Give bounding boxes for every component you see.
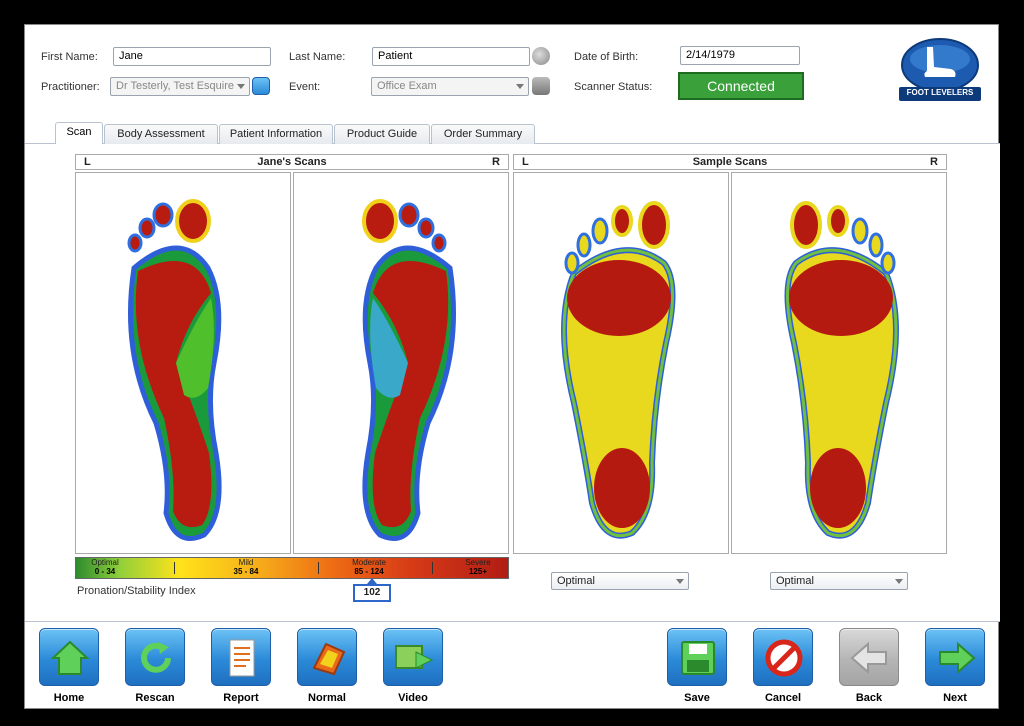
first-name-label: First Name:	[41, 51, 98, 63]
patient-left-foot-scan	[75, 172, 291, 554]
scale-severe-range: 125+	[468, 567, 488, 576]
scanner-status-badge: Connected	[678, 72, 804, 100]
home-label: Home	[53, 692, 85, 704]
scale-moderate: Moderate 85 - 124	[338, 558, 400, 578]
chevron-down-icon	[676, 579, 684, 584]
event-select[interactable]: Office Exam	[371, 77, 529, 96]
search-patient-icon[interactable]	[532, 47, 550, 65]
scale-divider	[432, 562, 433, 574]
scale-moderate-name: Moderate	[352, 558, 386, 567]
report-label: Report	[223, 692, 259, 704]
dob-label: Date of Birth:	[574, 51, 639, 63]
psi-label: Pronation/Stability Index	[77, 585, 196, 597]
home-button[interactable]: Home	[37, 628, 101, 708]
logo-text: FOOT LEVELERS	[906, 88, 974, 97]
patient-scans-header: L Jane's Scans R	[75, 154, 509, 170]
dob-field[interactable]: 2/14/1979	[680, 46, 800, 65]
sample-right-foot-scan	[731, 172, 947, 554]
tab-product-guide[interactable]: Product Guide	[334, 124, 430, 145]
rescan-label: Rescan	[135, 692, 175, 704]
scale-severe: Severe 125+	[450, 558, 506, 578]
scale-optimal-range: 0 - 34	[94, 567, 116, 576]
floppy-disk-icon	[667, 628, 727, 686]
tab-order-summary[interactable]: Order Summary	[431, 124, 535, 145]
sample-right-select[interactable]: Optimal	[770, 572, 908, 590]
last-name-label: Last Name:	[289, 51, 346, 63]
chevron-down-icon	[237, 84, 245, 89]
next-button[interactable]: Next	[923, 628, 987, 708]
scale-mild-range: 35 - 84	[233, 567, 259, 576]
video-label: Video	[398, 692, 428, 704]
arrow-right-icon	[925, 628, 985, 686]
pronation-scale-bar: Optimal 0 - 34 Mild 35 - 84 Moderate 85 …	[75, 557, 509, 579]
psi-value-box: 102	[353, 584, 391, 602]
save-event-icon[interactable]	[532, 77, 550, 95]
video-icon	[383, 628, 443, 686]
home-icon	[39, 628, 99, 686]
scale-divider	[318, 562, 319, 574]
back-button[interactable]: Back	[837, 628, 901, 708]
event-label: Event:	[289, 81, 321, 93]
first-name-field[interactable]: Jane	[113, 47, 271, 66]
scale-moderate-range: 85 - 124	[354, 567, 384, 576]
foot-levelers-logo: FOOT LEVELERS	[897, 37, 983, 103]
sample-right-select-value: Optimal	[776, 575, 814, 587]
report-button[interactable]: Report	[209, 628, 273, 708]
chevron-down-icon	[895, 579, 903, 584]
right-foot-marker: R	[492, 156, 500, 168]
scale-severe-name: Severe	[465, 558, 491, 567]
sample-left-select[interactable]: Optimal	[551, 572, 689, 590]
normal-button[interactable]: Normal	[295, 628, 359, 708]
scale-optimal: Optimal 0 - 34	[80, 558, 130, 578]
app-window: First Name: Jane Last Name: Patient Date…	[24, 24, 1000, 709]
practitioner-select[interactable]: Dr Testerly, Test Esquire	[110, 77, 250, 96]
tab-bar: Scan Body Assessment Patient Information…	[25, 120, 1000, 145]
scanner-status-label: Scanner Status:	[574, 81, 653, 93]
normal-label: Normal	[308, 692, 346, 704]
save-button[interactable]: Save	[665, 628, 729, 708]
scan-tab-panel: L Jane's Scans R L Sample Scans R Optima…	[25, 144, 1000, 622]
cancel-icon	[753, 628, 813, 686]
event-value: Office Exam	[377, 80, 437, 92]
chevron-down-icon	[516, 84, 524, 89]
add-practitioner-icon[interactable]	[252, 77, 270, 95]
rescan-button[interactable]: Rescan	[123, 628, 187, 708]
normal-foot-icon	[297, 628, 357, 686]
right-foot-marker: R	[930, 156, 938, 168]
next-label: Next	[943, 692, 967, 704]
tab-body-assessment[interactable]: Body Assessment	[104, 124, 218, 145]
sample-left-select-value: Optimal	[557, 575, 595, 587]
scale-divider	[174, 562, 175, 574]
cancel-label: Cancel	[764, 692, 802, 704]
scale-mild-name: Mild	[238, 558, 254, 567]
tab-patient-information[interactable]: Patient Information	[219, 124, 333, 145]
patient-right-foot-scan	[293, 172, 509, 554]
last-name-field[interactable]: Patient	[372, 47, 530, 66]
scale-optimal-name: Optimal	[91, 558, 119, 567]
arrow-left-icon	[839, 628, 899, 686]
practitioner-value: Dr Testerly, Test Esquire	[116, 80, 234, 92]
patient-scans-title: Jane's Scans	[257, 156, 327, 168]
refresh-icon	[125, 628, 185, 686]
video-button[interactable]: Video	[381, 628, 445, 708]
cancel-button[interactable]: Cancel	[751, 628, 815, 708]
sample-scans-title: Sample Scans	[692, 156, 768, 168]
sample-left-foot-scan	[513, 172, 729, 554]
report-icon	[211, 628, 271, 686]
back-label: Back	[855, 692, 883, 704]
sample-scans-header: L Sample Scans R	[513, 154, 947, 170]
save-label: Save	[684, 692, 710, 704]
practitioner-label: Practitioner:	[41, 81, 100, 93]
scale-mild: Mild 35 - 84	[216, 558, 276, 578]
tab-scan[interactable]: Scan	[55, 122, 103, 145]
